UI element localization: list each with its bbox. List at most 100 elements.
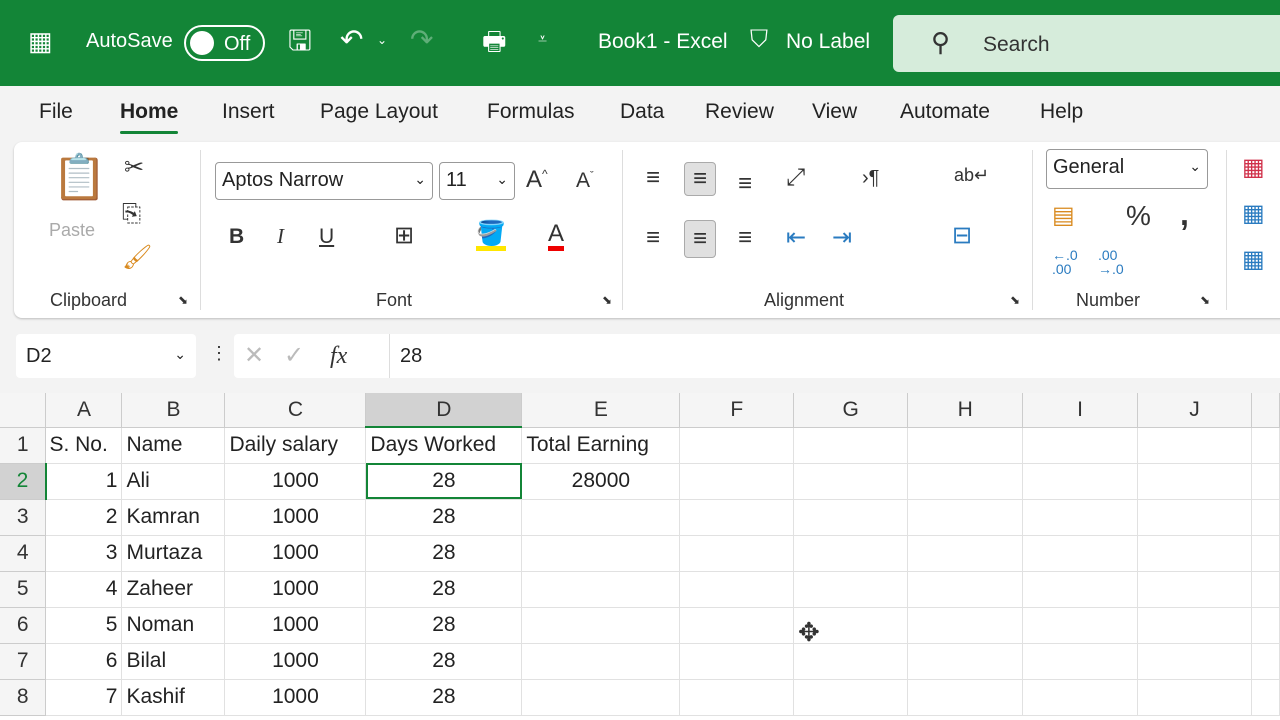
cell-C5[interactable]: 1000: [224, 571, 367, 608]
cell-C3[interactable]: 1000: [224, 499, 367, 536]
rtl-icon[interactable]: ›¶: [862, 168, 879, 188]
cell-D1[interactable]: Days Worked: [365, 427, 523, 464]
cell-A8[interactable]: 7: [45, 679, 123, 716]
cell-J5[interactable]: [1137, 571, 1252, 608]
merge-center-icon[interactable]: ⊟: [952, 224, 972, 248]
formula-input[interactable]: 28: [389, 334, 1280, 378]
save-icon[interactable]: 🖫: [288, 27, 312, 55]
cell-G8[interactable]: [793, 679, 909, 716]
cell-K6[interactable]: [1251, 607, 1280, 644]
sensitivity-shield-icon[interactable]: ⛉: [750, 28, 768, 52]
row-header[interactable]: 6: [0, 607, 47, 644]
cell-K2[interactable]: [1251, 463, 1280, 500]
undo-dropdown-icon[interactable]: ⌄: [377, 34, 387, 46]
column-header-E[interactable]: E: [521, 393, 681, 428]
orientation-icon[interactable]: ⤢: [786, 166, 805, 190]
cell-E6[interactable]: [521, 607, 681, 644]
cell-K3[interactable]: [1251, 499, 1280, 536]
cell-K7[interactable]: [1251, 643, 1280, 680]
column-header-B[interactable]: B: [121, 393, 226, 428]
cell-F3[interactable]: [679, 499, 795, 536]
cell-A7[interactable]: 6: [45, 643, 123, 680]
cell-K8[interactable]: [1251, 679, 1280, 716]
dialog-launcher-icon[interactable]: ⬊: [1010, 294, 1020, 306]
cell-D8[interactable]: 28: [365, 679, 523, 716]
sensitivity-label[interactable]: No Label: [786, 30, 870, 54]
select-all-corner[interactable]: [0, 393, 47, 428]
cell-E1[interactable]: Total Earning: [521, 427, 681, 464]
cell-H7[interactable]: [907, 643, 1024, 680]
column-header-C[interactable]: C: [224, 393, 367, 428]
comma-style-icon[interactable]: ,: [1180, 198, 1189, 230]
row-header[interactable]: 7: [0, 643, 47, 680]
cell-G7[interactable]: [793, 643, 909, 680]
conditional-formatting-icon[interactable]: ▦: [1242, 156, 1265, 180]
tab-view[interactable]: View: [812, 100, 857, 124]
italic-button[interactable]: I: [277, 226, 284, 247]
dialog-launcher-icon[interactable]: ⬊: [178, 294, 188, 306]
tab-insert[interactable]: Insert: [222, 100, 275, 124]
cell-B8[interactable]: Kashif: [121, 679, 226, 716]
cell-H4[interactable]: [907, 535, 1024, 572]
cell-H8[interactable]: [907, 679, 1024, 716]
font-name-dropdown[interactable]: Aptos Narrow ⌄: [215, 162, 433, 200]
column-header-G[interactable]: G: [793, 393, 909, 428]
cell-H3[interactable]: [907, 499, 1024, 536]
decrease-font-icon[interactable]: Aˇ: [576, 170, 594, 191]
bold-button[interactable]: B: [229, 226, 244, 247]
align-right-icon[interactable]: ≡: [738, 226, 752, 250]
cell-B3[interactable]: Kamran: [121, 499, 226, 536]
column-header-J[interactable]: J: [1137, 393, 1252, 428]
underline-button[interactable]: U: [319, 226, 334, 247]
cell-C6[interactable]: 1000: [224, 607, 367, 644]
tab-review[interactable]: Review: [705, 100, 774, 124]
cell-J8[interactable]: [1137, 679, 1252, 716]
cell-styles-icon[interactable]: ▦: [1242, 248, 1265, 272]
row-header[interactable]: 2: [0, 463, 47, 500]
cell-F6[interactable]: [679, 607, 795, 644]
customize-qat-icon[interactable]: ⩡: [538, 32, 547, 48]
cell-I3[interactable]: [1022, 499, 1139, 536]
cell-G2[interactable]: [793, 463, 909, 500]
cell-E8[interactable]: [521, 679, 681, 716]
insert-function-button[interactable]: fx: [330, 344, 347, 368]
cell-F2[interactable]: [679, 463, 795, 500]
name-box[interactable]: D2 ⌄: [16, 334, 196, 378]
tab-home[interactable]: Home: [120, 100, 179, 134]
column-header-D[interactable]: D: [365, 393, 523, 428]
row-header[interactable]: 4: [0, 535, 47, 572]
increase-indent-icon[interactable]: ⇥: [832, 226, 852, 250]
row-header[interactable]: 8: [0, 679, 47, 716]
cell-C2[interactable]: 1000: [224, 463, 367, 500]
cell-B7[interactable]: Bilal: [121, 643, 226, 680]
cell-J3[interactable]: [1137, 499, 1252, 536]
cell-A6[interactable]: 5: [45, 607, 123, 644]
paste-icon[interactable]: 📋: [52, 156, 107, 200]
cell-I7[interactable]: [1022, 643, 1139, 680]
cell-B6[interactable]: Noman: [121, 607, 226, 644]
cell-D2[interactable]: 28: [365, 463, 523, 500]
cell-E3[interactable]: [521, 499, 681, 536]
format-as-table-icon[interactable]: ▦: [1242, 202, 1265, 226]
cut-icon[interactable]: ✂: [124, 156, 144, 180]
cell-E5[interactable]: [521, 571, 681, 608]
cell-E4[interactable]: [521, 535, 681, 572]
cell-F7[interactable]: [679, 643, 795, 680]
cell-D4[interactable]: 28: [365, 535, 523, 572]
cell-K5[interactable]: [1251, 571, 1280, 608]
cell-A2[interactable]: 1: [45, 463, 123, 500]
align-center-icon[interactable]: ≡: [684, 220, 717, 258]
cell-G5[interactable]: [793, 571, 909, 608]
align-top-icon[interactable]: ≡: [646, 166, 660, 190]
cell-F1[interactable]: [679, 427, 795, 464]
tab-formulas[interactable]: Formulas: [487, 100, 575, 124]
row-header[interactable]: 3: [0, 499, 47, 536]
copy-icon[interactable]: ⎘: [122, 202, 141, 226]
cell-A3[interactable]: 2: [45, 499, 123, 536]
cell-I6[interactable]: [1022, 607, 1139, 644]
cell-I8[interactable]: [1022, 679, 1139, 716]
tab-page-layout[interactable]: Page Layout: [320, 100, 438, 124]
cell-I1[interactable]: [1022, 427, 1139, 464]
cell-I5[interactable]: [1022, 571, 1139, 608]
print-preview-icon[interactable]: 🖶: [482, 28, 507, 54]
